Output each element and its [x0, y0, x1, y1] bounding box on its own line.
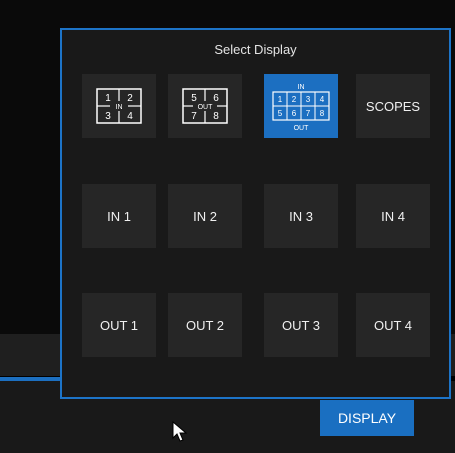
quad-cell-label: 2	[127, 93, 133, 104]
quad-cell-label: 3	[105, 111, 111, 122]
in-out-multiview-button[interactable]: IN 1 2 3 4 5 6 7 8 OUT	[264, 74, 338, 138]
scopes-button[interactable]: SCOPES	[356, 74, 430, 138]
output-3-button[interactable]: OUT 3	[264, 293, 338, 357]
output-1-button[interactable]: OUT 1	[82, 293, 156, 357]
multiview-cell-label: 7	[306, 109, 311, 118]
multiview-cell-label: 3	[306, 95, 311, 104]
quad-cell-label: 5	[191, 93, 197, 104]
multiview-cell-label: 5	[278, 109, 283, 118]
multiview-icon: IN 1 2 3 4 5 6 7 8 OUT	[272, 84, 330, 132]
quad-center-label: IN	[116, 104, 123, 111]
multiview-bottom-label: OUT	[294, 125, 310, 132]
multiview-cell-label: 2	[292, 95, 297, 104]
display-button[interactable]: DISPLAY	[320, 400, 414, 436]
multiview-cell-label: 6	[292, 109, 297, 118]
output-4-button[interactable]: OUT 4	[356, 293, 430, 357]
quad-center-label: OUT	[198, 104, 214, 111]
output-quad-button[interactable]: 5 6 7 8 OUT	[168, 74, 242, 138]
mouse-pointer-icon	[172, 421, 188, 442]
input-quad-icon: 1 2 3 4 IN	[96, 88, 142, 124]
multiview-top-label: IN	[298, 84, 305, 91]
multiview-cell-label: 1	[278, 95, 283, 104]
quad-cell-label: 8	[213, 111, 219, 122]
input-2-button[interactable]: IN 2	[168, 184, 242, 248]
quad-cell-label: 1	[105, 93, 111, 104]
quad-cell-label: 4	[127, 111, 133, 122]
output-quad-icon: 5 6 7 8 OUT	[182, 88, 228, 124]
input-3-button[interactable]: IN 3	[264, 184, 338, 248]
select-display-panel: Select Display 1 2 3 4 IN 5 6 7 8 OUT IN…	[60, 28, 451, 399]
panel-title: Select Display	[214, 42, 297, 57]
quad-cell-label: 7	[191, 111, 197, 122]
input-1-button[interactable]: IN 1	[82, 184, 156, 248]
input-4-button[interactable]: IN 4	[356, 184, 430, 248]
output-2-button[interactable]: OUT 2	[168, 293, 242, 357]
multiview-cell-label: 8	[320, 109, 325, 118]
quad-cell-label: 6	[213, 93, 219, 104]
input-quad-button[interactable]: 1 2 3 4 IN	[82, 74, 156, 138]
multiview-cell-label: 4	[320, 95, 325, 104]
